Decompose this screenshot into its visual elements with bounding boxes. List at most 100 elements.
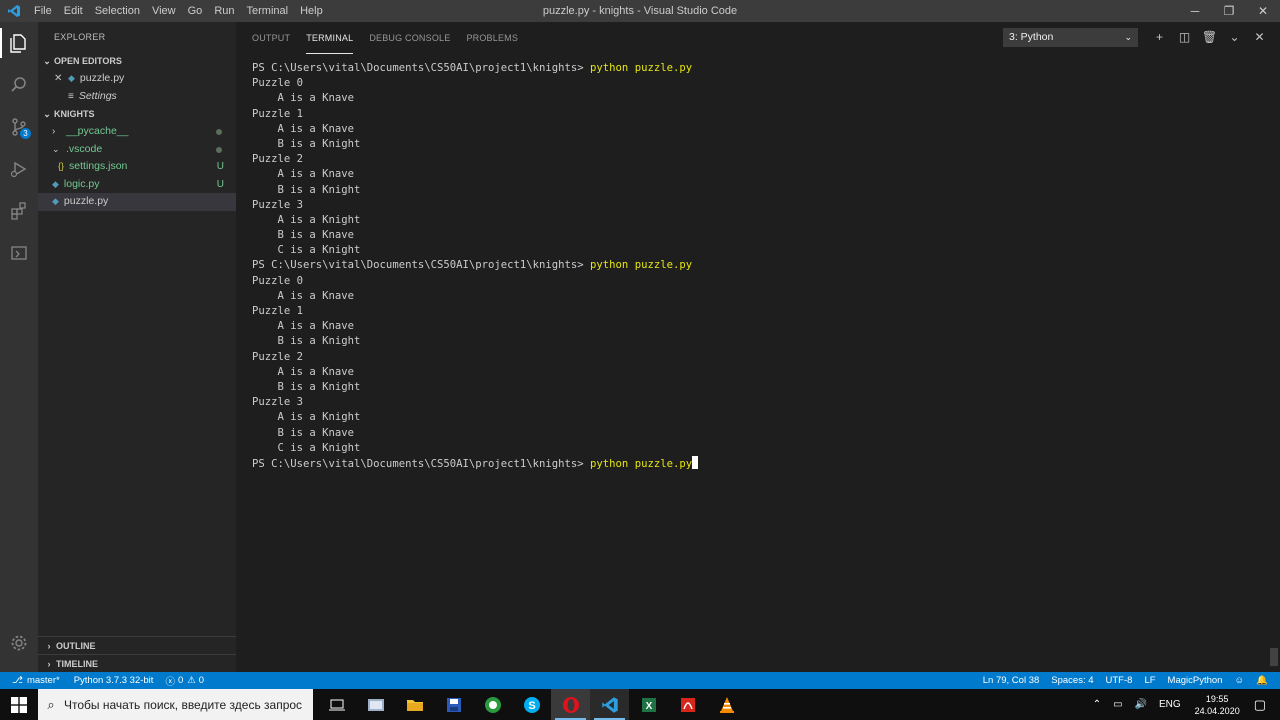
tray-chevron-up-icon[interactable]: ⌃ xyxy=(1093,699,1101,710)
feedback-icon[interactable]: ☺ xyxy=(1234,675,1244,686)
terminal-output-line: Puzzle 3 xyxy=(252,198,304,211)
outline-section[interactable]: › OUTLINE xyxy=(38,636,236,654)
tree-item-label: .vscode xyxy=(66,142,103,155)
terminal-output[interactable]: PS C:\Users\vital\Documents\CS50AI\proje… xyxy=(252,61,699,471)
python-interpreter[interactable]: Python 3.7.3 32-bit xyxy=(74,675,154,686)
terminal-command: python puzzle.py xyxy=(590,62,693,74)
minimize-button[interactable]: ─ xyxy=(1178,0,1212,22)
terminal-output-line: B is a Knight xyxy=(252,380,361,393)
folder-label: KNIGHTS xyxy=(54,109,95,119)
close-button[interactable]: ✕ xyxy=(1246,0,1280,22)
save-disk-icon[interactable] xyxy=(434,689,473,720)
windows-taskbar: ⌕ Чтобы начать поиск, введите здесь запр… xyxy=(0,689,1280,720)
green-app-icon[interactable] xyxy=(473,689,512,720)
tab-output[interactable]: OUTPUT xyxy=(252,22,290,54)
terminal-output-line: A is a Knave xyxy=(252,92,355,105)
tray-clock[interactable]: 19:55 24.04.2020 xyxy=(1195,693,1240,717)
terminal-output-line: C is a Knight xyxy=(252,441,361,454)
restore-button[interactable]: ❐ xyxy=(1212,0,1246,22)
tab-debug-console[interactable]: DEBUG CONSOLE xyxy=(369,22,450,54)
vscode-logo-icon xyxy=(0,0,28,22)
excel-icon[interactable]: X xyxy=(629,689,668,720)
source-control-icon[interactable]: 3 xyxy=(0,106,38,148)
vlc-icon[interactable] xyxy=(707,689,746,720)
task-view-icon[interactable] xyxy=(317,689,356,720)
vscode-taskbar-icon[interactable] xyxy=(590,689,629,720)
menu-run[interactable]: Run xyxy=(208,0,240,22)
search-icon: ⌕ xyxy=(47,696,55,712)
split-terminal-icon[interactable]: ◫ xyxy=(1172,28,1197,47)
tree-item-vscode[interactable]: ⌄ .vscode xyxy=(38,141,236,159)
git-status-badge: U xyxy=(216,161,224,172)
volume-icon[interactable]: 🔊 xyxy=(1135,699,1147,710)
open-editor-item-puzzle[interactable]: ✕ ◆ puzzle.py xyxy=(38,70,236,88)
opera-icon[interactable] xyxy=(551,689,590,720)
line-ending[interactable]: LF xyxy=(1144,675,1155,686)
manage-gear-icon[interactable] xyxy=(0,622,38,664)
source-control-badge: 3 xyxy=(20,128,31,139)
maximize-panel-icon[interactable]: ⌄ xyxy=(1222,28,1247,47)
tree-item-settings-json[interactable]: {} settings.json U xyxy=(38,158,236,176)
menu-bar: File Edit Selection View Go Run Terminal… xyxy=(28,0,329,22)
git-branch[interactable]: master* xyxy=(27,675,60,686)
terminal-output-line: A is a Knave xyxy=(252,365,355,378)
windows-start-icon[interactable] xyxy=(0,689,38,720)
remote-explorer-icon[interactable] xyxy=(0,232,38,274)
language-mode[interactable]: MagicPython xyxy=(1168,675,1223,686)
menu-edit[interactable]: Edit xyxy=(58,0,89,22)
new-terminal-icon[interactable]: + xyxy=(1147,28,1172,47)
close-icon[interactable]: ✕ xyxy=(54,70,68,88)
git-status-badge: U xyxy=(216,178,224,190)
error-icon[interactable]: ⓧ xyxy=(165,674,175,688)
terminal-select[interactable]: 3: Python ⌄ xyxy=(1003,28,1138,47)
terminal-prompt: PS C:\Users\vital\Documents\CS50AI\proje… xyxy=(252,259,591,272)
indentation[interactable]: Spaces: 4 xyxy=(1051,675,1093,686)
skype-icon[interactable]: S xyxy=(512,689,551,720)
search-icon[interactable] xyxy=(0,64,38,106)
app-icon[interactable] xyxy=(356,689,395,720)
acrobat-icon[interactable] xyxy=(668,689,707,720)
tab-problems[interactable]: PROBLEMS xyxy=(466,22,518,54)
action-center-icon[interactable]: ▢ xyxy=(1254,697,1266,713)
cursor-position[interactable]: Ln 79, Col 38 xyxy=(983,675,1040,686)
open-editors-section[interactable]: ⌄ OPEN EDITORS xyxy=(38,52,236,70)
title-bar: File Edit Selection View Go Run Terminal… xyxy=(0,0,1280,22)
warning-count[interactable]: 0 xyxy=(199,675,204,686)
terminal-panel: OUTPUT TERMINAL DEBUG CONSOLE PROBLEMS 3… xyxy=(236,22,1280,672)
notifications-bell-icon[interactable]: 🔔 xyxy=(1256,675,1268,686)
activity-bar: 3 xyxy=(0,22,38,672)
terminal-prompt: PS C:\Users\vital\Documents\CS50AI\proje… xyxy=(252,457,591,470)
menu-terminal[interactable]: Terminal xyxy=(241,0,295,22)
explorer-icon[interactable] xyxy=(0,22,38,64)
tab-terminal[interactable]: TERMINAL xyxy=(306,22,354,54)
tree-item-logic[interactable]: ◆ logic.py U xyxy=(38,176,236,194)
run-debug-icon[interactable] xyxy=(0,148,38,190)
menu-go[interactable]: Go xyxy=(182,0,209,22)
tree-item-label: settings.json xyxy=(69,160,128,172)
git-branch-icon[interactable]: ⎇ xyxy=(12,675,23,686)
open-editor-item-settings[interactable]: ≡ Settings xyxy=(38,88,236,106)
error-count[interactable]: 0 xyxy=(178,675,183,686)
menu-file[interactable]: File xyxy=(28,0,58,22)
timeline-label: TIMELINE xyxy=(56,658,98,669)
terminal-scrollbar[interactable] xyxy=(1270,648,1278,666)
kill-terminal-icon[interactable]: 🗑 xyxy=(1197,28,1222,47)
input-language[interactable]: ENG xyxy=(1159,699,1181,710)
close-panel-icon[interactable]: ✕ xyxy=(1247,28,1272,47)
menu-selection[interactable]: Selection xyxy=(89,0,146,22)
menu-help[interactable]: Help xyxy=(294,0,329,22)
battery-icon[interactable]: ▭ xyxy=(1113,699,1122,710)
tree-item-puzzle[interactable]: ◆ puzzle.py xyxy=(38,193,236,211)
terminal-output-line: Puzzle 1 xyxy=(252,107,304,120)
menu-view[interactable]: View xyxy=(146,0,182,22)
timeline-section[interactable]: › TIMELINE xyxy=(38,654,236,672)
terminal-output-line: A is a Knight xyxy=(252,411,361,424)
python-file-icon: ◆ xyxy=(52,178,59,189)
warning-icon[interactable]: ⚠ xyxy=(187,675,196,686)
file-explorer-icon[interactable] xyxy=(395,689,434,720)
knights-folder-section[interactable]: ⌄ KNIGHTS xyxy=(38,105,236,123)
extensions-icon[interactable] xyxy=(0,190,38,232)
encoding[interactable]: UTF-8 xyxy=(1106,675,1133,686)
tree-item-pycache[interactable]: › __pycache__ xyxy=(38,123,236,141)
taskbar-search[interactable]: ⌕ Чтобы начать поиск, введите здесь запр… xyxy=(38,689,313,720)
